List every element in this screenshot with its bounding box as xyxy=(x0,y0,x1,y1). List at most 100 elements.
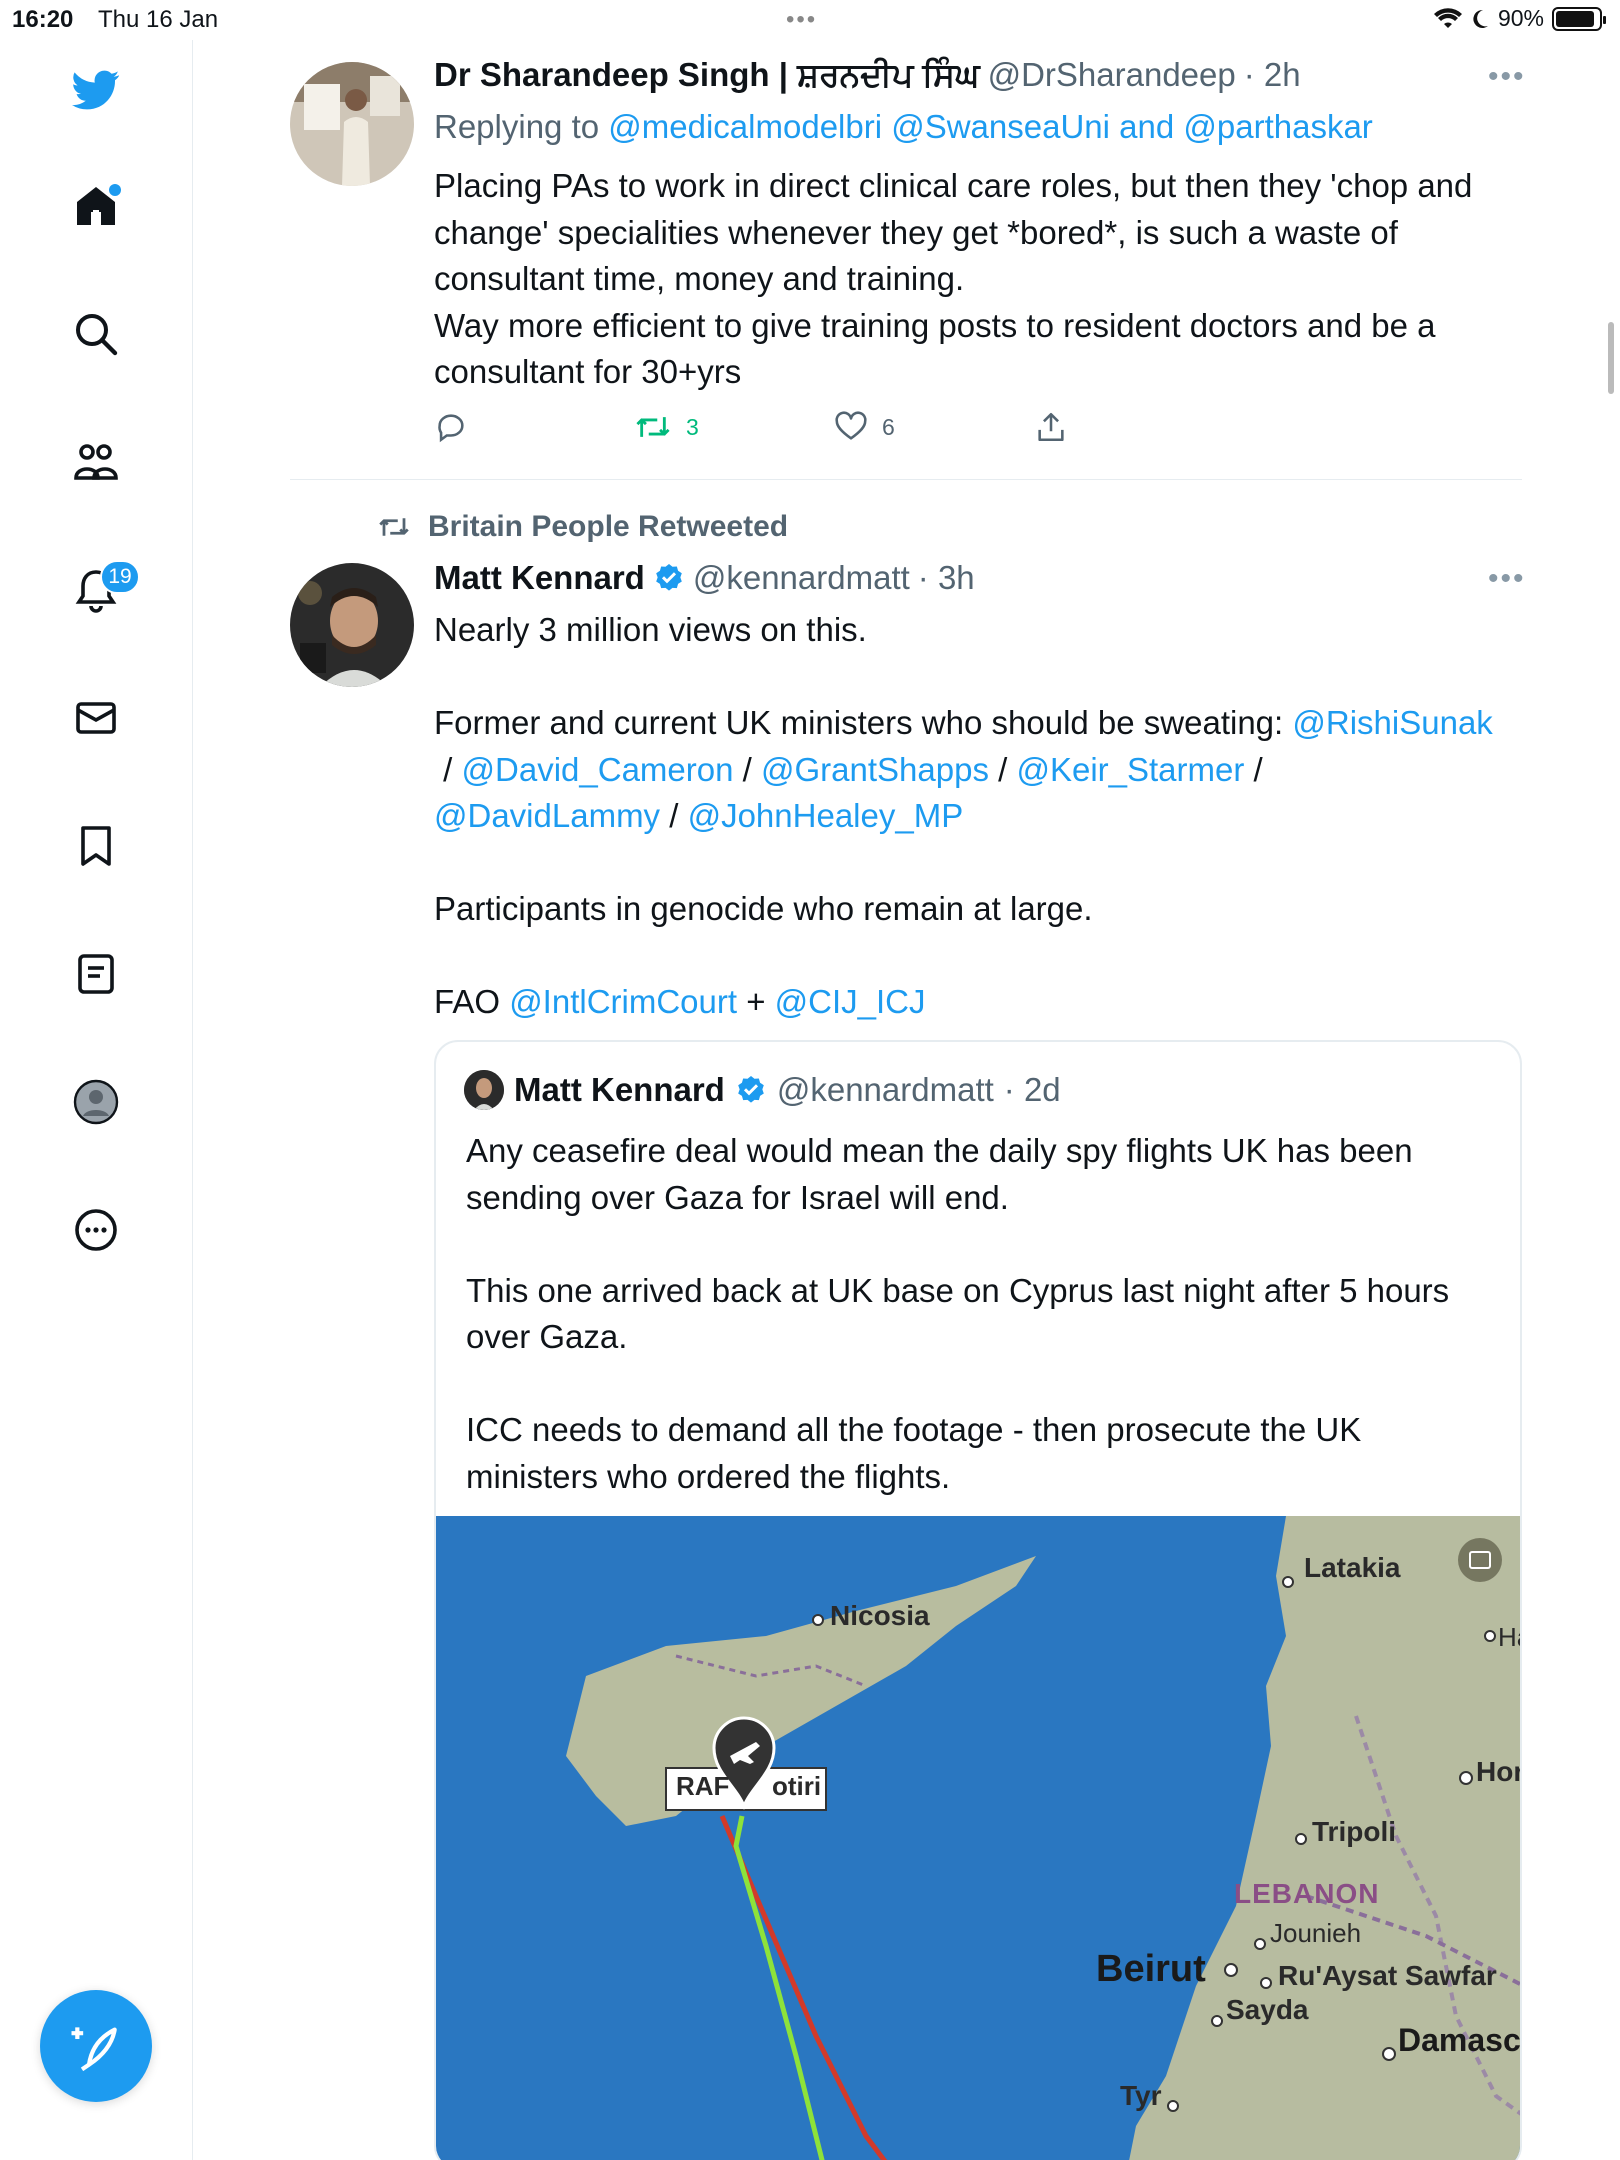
bookmark-icon xyxy=(81,826,111,866)
map-label: Latakia xyxy=(1304,1552,1401,1583)
quoted-tweet-text: Any ceasefire deal would mean the daily … xyxy=(466,1128,1496,1500)
map-label: Beirut xyxy=(1096,1948,1206,1990)
battery-icon xyxy=(1552,6,1606,31)
notifications-badge: 19 xyxy=(100,560,140,594)
like-button[interactable]: 6 xyxy=(834,410,1034,444)
avatar[interactable] xyxy=(290,563,414,687)
more-options-icon[interactable]: ••• xyxy=(1488,562,1526,596)
text-segment: + xyxy=(737,983,775,1020)
sidebar-item-messages[interactable] xyxy=(60,682,132,754)
quote-paragraph: ICC needs to demand all the footage - th… xyxy=(466,1411,1362,1495)
tweet-text: Placing PAs to work in direct clinical c… xyxy=(434,167,1473,390)
map-label: Tyr xyxy=(1120,2080,1162,2111)
verified-badge-icon xyxy=(738,1076,764,1103)
more-options-icon[interactable]: ••• xyxy=(1488,60,1526,94)
flight-track-green xyxy=(733,1815,825,2160)
sidebar-item-profile[interactable] xyxy=(60,1066,132,1138)
home-unread-dot xyxy=(109,184,121,196)
sidebar-item-lists[interactable] xyxy=(60,938,132,1010)
map-image[interactable]: Latakia Nicosia RAF otiri Ha Hor Tripoli… xyxy=(436,1516,1522,2160)
reply-icon xyxy=(438,414,464,443)
quoted-tweet[interactable]: Matt Kennard @kennardmatt · 2d Any cease… xyxy=(434,1040,1522,2160)
more-circle-icon xyxy=(75,1209,117,1251)
communities-icon xyxy=(74,444,118,480)
compose-tweet-button[interactable] xyxy=(40,1990,152,2102)
feather-plus-icon xyxy=(71,2027,117,2072)
sidebar-item-communities[interactable] xyxy=(60,426,132,498)
replying-to-label: Replying to xyxy=(434,108,600,145)
mention-link[interactable]: @Keir_Starmer xyxy=(1016,751,1244,788)
sidebar-item-bookmarks[interactable] xyxy=(60,810,132,882)
sidebar-item-home[interactable] xyxy=(60,170,132,242)
replying-to-links[interactable]: @medicalmodelbri @SwanseaUni and @partha… xyxy=(608,108,1373,145)
mention-link[interactable]: @GrantShapps xyxy=(761,751,989,788)
avatar[interactable] xyxy=(464,1070,504,1110)
map-label: Ru'Aysat Sawfar xyxy=(1278,1960,1497,1991)
separator: / xyxy=(988,750,1017,788)
retweet-count: 3 xyxy=(686,413,699,440)
profile-avatar-icon xyxy=(73,1079,119,1125)
retweet-context[interactable]: Britain People Retweeted xyxy=(374,510,788,544)
separator: / xyxy=(733,750,761,788)
status-time: 16:20 xyxy=(12,6,74,33)
tweet-time[interactable]: · 3h xyxy=(918,559,975,597)
search-icon xyxy=(76,314,118,356)
mention-link[interactable]: @IntlCrimCourt xyxy=(509,983,737,1020)
multitasking-dots-icon[interactable]: ••• xyxy=(786,6,817,34)
quote-paragraph: This one arrived back at UK base on Cypr… xyxy=(466,1271,1450,1356)
like-count: 6 xyxy=(882,413,895,440)
map-label: Sayda xyxy=(1226,1994,1309,2025)
tweet-actions: 3 6 xyxy=(434,410,1068,444)
verified-badge-icon xyxy=(656,564,682,591)
ministers-line: Former and current UK ministers who shou… xyxy=(434,700,1524,840)
map-label: Ha xyxy=(1498,1622,1520,1652)
status-right: 90% xyxy=(1433,5,1606,32)
status-date: Thu 16 Jan xyxy=(98,6,219,33)
author-handle[interactable]: @kennardmatt xyxy=(777,1071,994,1109)
sidebar-item-explore[interactable] xyxy=(60,298,132,370)
separator: / xyxy=(1244,750,1272,788)
replying-to: Replying to @medicalmodelbri @SwanseaUni… xyxy=(434,108,1373,146)
battery-percent: 90% xyxy=(1497,5,1544,31)
map-label: Nicosia xyxy=(830,1600,930,1631)
sidebar-item-notifications[interactable]: 19 xyxy=(60,554,140,626)
share-button[interactable] xyxy=(1034,410,1068,444)
author-handle[interactable]: @DrSharandeep xyxy=(988,56,1236,94)
retweet-button[interactable]: 3 xyxy=(634,410,834,444)
text-segment: Former and current UK ministers who shou… xyxy=(434,704,1293,741)
map-label: Jounieh xyxy=(1270,1918,1362,1948)
scrollbar[interactable] xyxy=(1608,322,1614,394)
quote-paragraph: Any ceasefire deal would mean the daily … xyxy=(466,1132,1413,1216)
retweet-icon xyxy=(379,518,409,536)
moon-icon xyxy=(1473,9,1488,28)
status-bar: 16:20 Thu 16 Jan ••• 90% xyxy=(0,0,1620,40)
avatar[interactable] xyxy=(290,62,414,186)
mention-link[interactable]: @David_Cameron xyxy=(462,751,734,788)
tweet-time[interactable]: · 2d xyxy=(1004,1071,1061,1109)
sidebar-item-more[interactable] xyxy=(60,1194,132,1266)
mention-link[interactable]: @RishiSunak xyxy=(1292,704,1492,741)
mention-link[interactable]: @JohnHealey_MP xyxy=(688,797,964,834)
map-label: Hor xyxy=(1476,1756,1522,1787)
mention-link[interactable]: @CIJ_ICJ xyxy=(775,983,926,1020)
map-label: RAF xyxy=(676,1771,730,1801)
tweet-divider xyxy=(290,479,1522,480)
tweet-time[interactable]: · 2h xyxy=(1244,56,1301,94)
map-label: Damasc xyxy=(1398,2022,1521,2058)
author-name[interactable]: Dr Sharandeep Singh | ਸ਼ਰਨਦੀਪ ਸਿੰਘ xyxy=(434,56,980,95)
author-name[interactable]: Matt Kennard xyxy=(434,559,645,597)
heart-icon xyxy=(835,411,867,440)
quoted-tweet-header: Matt Kennard @kennardmatt · 2d xyxy=(464,1070,1061,1110)
separator: / xyxy=(660,797,688,834)
list-icon xyxy=(78,954,114,994)
mention-link[interactable]: @DavidLammy xyxy=(434,797,660,834)
fao-line: FAO @IntlCrimCourt + @CIJ_ICJ xyxy=(434,979,1524,1026)
tweet-line: Participants in genocide who remain at l… xyxy=(434,890,1093,927)
share-icon xyxy=(1038,412,1064,442)
tweet-text: Nearly 3 million views on this. Former a… xyxy=(434,607,1524,1026)
reply-button[interactable] xyxy=(434,410,634,444)
author-name[interactable]: Matt Kennard xyxy=(514,1071,725,1109)
twitter-logo-icon[interactable] xyxy=(60,54,132,126)
map-label: otiri xyxy=(772,1771,822,1801)
author-handle[interactable]: @kennardmatt xyxy=(693,559,910,597)
